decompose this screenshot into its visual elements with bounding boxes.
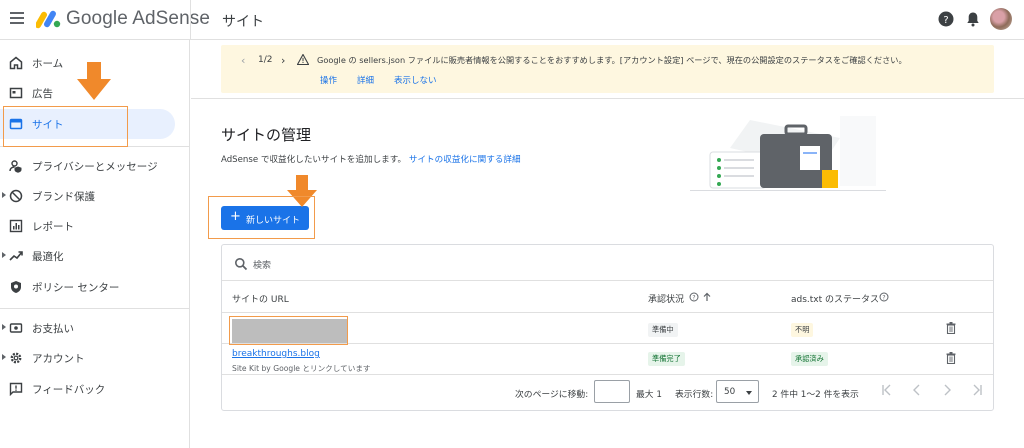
bell-icon[interactable] — [964, 10, 982, 28]
sidebar-item-label: ホーム — [32, 58, 64, 70]
delete-icon[interactable] — [946, 352, 956, 364]
annotation-arrow-icon — [77, 62, 111, 100]
sort-arrow-up-icon[interactable] — [702, 292, 712, 302]
banner-pager: 1/2 — [258, 55, 273, 65]
expand-caret-icon — [2, 354, 6, 360]
sidebar-item-label: 最適化 — [32, 251, 64, 263]
sidebar-item-label: フィードバック — [32, 384, 106, 396]
site-kit-note: Site Kit by Google とリンクしています — [232, 364, 371, 373]
sidebar-item-label: レポート — [32, 221, 74, 233]
expand-caret-icon — [2, 252, 6, 258]
trending-icon — [9, 251, 23, 261]
range-label: 2 件中 1〜2 件を表示 — [772, 390, 859, 400]
rows-per-page-value: 50 — [724, 387, 736, 397]
status-badge: 準備完了 — [648, 352, 685, 366]
rows-per-page-label: 表示行数: — [675, 390, 714, 400]
learn-more-link[interactable]: サイトの収益化に関する詳細 — [409, 155, 521, 165]
banner-action-dismiss[interactable]: 表示しない — [394, 74, 437, 86]
next-page-icon[interactable] — [940, 382, 954, 398]
page-title: サイト — [222, 14, 264, 30]
adsense-logo-icon — [36, 10, 61, 29]
ads-txt-badge: 不明 — [791, 323, 814, 337]
max-page-label: 最大 1 — [636, 390, 662, 400]
site-url-link[interactable]: breakthroughs.blog — [232, 349, 320, 359]
home-icon — [9, 56, 23, 70]
first-page-icon[interactable] — [880, 382, 894, 398]
policy-icon — [11, 281, 21, 293]
divider — [191, 98, 1024, 99]
sidebar-item-label: 広告 — [32, 88, 53, 100]
sidebar-item-brand-safety[interactable]: ブランド保護 — [0, 181, 175, 211]
sidebar-item-policy-center[interactable]: ポリシー センター — [0, 272, 175, 302]
payments-icon — [9, 323, 23, 333]
gear-icon — [10, 352, 22, 364]
column-header-ads-txt: ads.txt のステータス — [791, 295, 880, 305]
description-text: AdSense で収益化したいサイトを追加します。 — [221, 155, 407, 165]
sidebar-item-label: ポリシー センター — [32, 282, 120, 294]
privacy-icon — [9, 160, 22, 173]
feedback-icon — [9, 382, 23, 396]
annotation-highlight-box — [208, 196, 315, 239]
chevron-down-icon — [746, 391, 752, 395]
banner-action-operate[interactable]: 操作 — [320, 74, 337, 86]
chevron-left-icon[interactable]: ‹ — [241, 54, 245, 67]
rows-per-page-select[interactable]: 50 — [716, 380, 759, 403]
sidebar-item-label: プライバシーとメッセージ — [32, 161, 158, 173]
goto-page-input[interactable] — [594, 380, 630, 403]
sidebar-item-label: お支払い — [32, 323, 74, 335]
sidebar-item-label: ブランド保護 — [32, 191, 95, 203]
sidebar-item-reports[interactable]: レポート — [0, 211, 175, 241]
divider — [222, 280, 993, 281]
column-header-status[interactable]: 承認状況 — [648, 292, 684, 305]
ads-icon — [9, 87, 23, 99]
sites-illustration — [690, 116, 886, 191]
report-icon — [9, 219, 23, 233]
sidebar-item-privacy[interactable]: プライバシーとメッセージ — [0, 151, 175, 181]
expand-caret-icon — [2, 192, 6, 198]
annotation-highlight-box — [229, 316, 348, 345]
expand-caret-icon — [2, 324, 6, 330]
column-header-url: サイトの URL — [232, 295, 289, 305]
svg-text:?: ? — [943, 15, 948, 26]
top-bar: Google AdSense サイト ? — [0, 0, 1024, 40]
prev-page-icon[interactable] — [910, 382, 924, 398]
banner-message: Google の sellers.json ファイルに販売者情報を公開することを… — [317, 55, 907, 65]
divider — [190, 0, 191, 40]
app-name: Google AdSense — [66, 8, 211, 29]
chevron-right-icon[interactable]: › — [281, 54, 285, 67]
sidebar-item-optimize[interactable]: 最適化 — [0, 241, 175, 271]
help-icon[interactable]: ? — [879, 292, 889, 302]
svg-text:?: ? — [692, 295, 695, 302]
notification-banner: ‹ 1/2 › Google の sellers.json ファイルに販売者情報… — [221, 45, 994, 93]
search-input[interactable]: 検索 — [253, 258, 271, 271]
divider — [0, 308, 190, 309]
divider — [222, 374, 993, 375]
section-heading: サイトの管理 — [221, 126, 312, 144]
last-page-icon[interactable] — [970, 382, 984, 398]
delete-icon[interactable] — [946, 322, 956, 334]
block-icon — [9, 189, 23, 203]
sidebar-item-feedback[interactable]: フィードバック — [0, 374, 175, 404]
sidebar: ホーム 広告 サイト プライバシーとメッセージ ブランド保護 レポート 最適化 … — [0, 40, 190, 448]
annotation-highlight-box — [3, 106, 128, 147]
sidebar-item-label: アカウント — [32, 353, 85, 365]
help-icon[interactable]: ? — [937, 10, 955, 28]
sidebar-item-payments[interactable]: お支払い — [0, 313, 175, 343]
sidebar-item-account[interactable]: アカウント — [0, 343, 175, 373]
help-icon[interactable]: ? — [689, 292, 699, 302]
section-description: AdSense で収益化したいサイトを追加します。 サイトの収益化に関する詳細 — [221, 153, 521, 165]
warning-icon — [297, 54, 309, 65]
ads-txt-badge: 承認済み — [791, 352, 828, 366]
svg-text:?: ? — [882, 295, 885, 302]
search-icon — [235, 258, 248, 271]
goto-page-label: 次のページに移動: — [515, 390, 589, 400]
divider — [222, 312, 993, 313]
status-badge: 準備中 — [648, 323, 678, 337]
banner-action-details[interactable]: 詳細 — [357, 74, 374, 86]
menu-icon[interactable] — [10, 12, 24, 24]
avatar[interactable] — [990, 8, 1012, 30]
